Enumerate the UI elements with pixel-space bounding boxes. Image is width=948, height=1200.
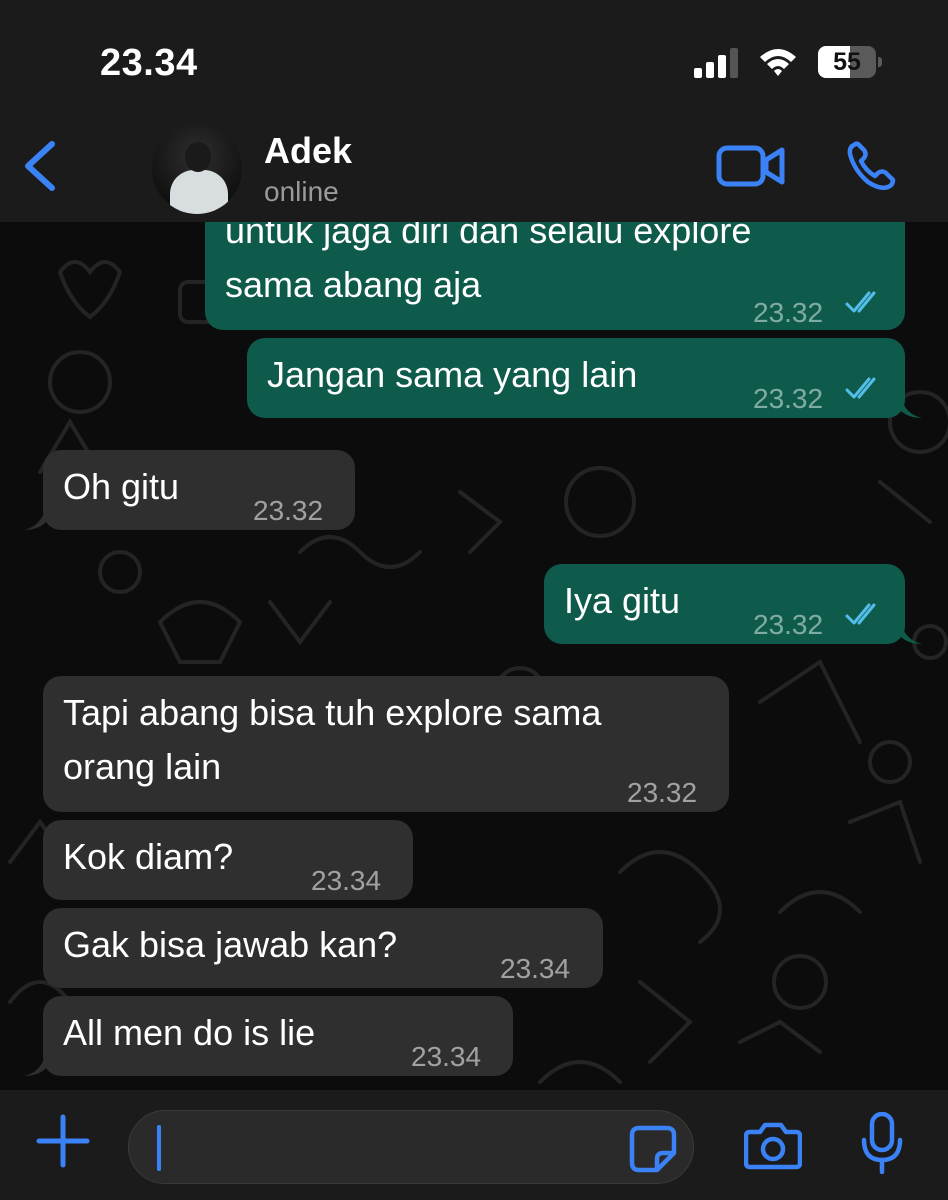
battery-level: 55 [833, 48, 861, 76]
status-bar: 23.34 55 [0, 0, 948, 110]
bubble-tail [900, 394, 922, 418]
camera-icon[interactable] [744, 1120, 802, 1170]
contact-status: online [264, 176, 339, 207]
bubble-tail [900, 620, 922, 644]
message-time: 23.32 [627, 777, 698, 808]
message-bubble-outgoing[interactable]: Jangan sama yang lain 23.32 [247, 338, 905, 418]
message-text: untuk jaga diri dan selalu explore sama … [225, 222, 752, 305]
plus-icon[interactable] [36, 1114, 90, 1168]
message-time: 23.34 [411, 1041, 482, 1072]
back-chevron-icon[interactable] [20, 140, 60, 192]
message-time: 23.34 [500, 953, 571, 984]
message-time: 23.32 [753, 383, 824, 414]
read-receipt-icon [845, 291, 876, 313]
chat-header: Adek online [0, 110, 948, 222]
message-bubble-incoming[interactable]: Kok diam? 23.34 [43, 820, 413, 900]
message-input[interactable] [128, 1110, 694, 1184]
voice-call-icon[interactable] [846, 140, 898, 192]
status-time: 23.34 [100, 42, 198, 84]
read-receipt-icon [845, 377, 876, 399]
message-time: 23.32 [253, 495, 324, 526]
message-text: Oh gitu [63, 466, 180, 507]
message-time: 23.32 [753, 609, 824, 640]
message-time: 23.32 [753, 297, 824, 328]
message-bubble-incoming[interactable]: Oh gitu 23.32 [43, 450, 355, 530]
read-receipt-icon [845, 603, 876, 625]
message-text: All men do is lie [63, 1012, 316, 1053]
message-text: Tapi abang bisa tuh explore sama orang l… [63, 692, 602, 787]
contact-name[interactable]: Adek [264, 130, 352, 172]
message-text: Iya gitu [564, 580, 681, 621]
bubble-tail [24, 1052, 46, 1076]
avatar-figure-body [170, 170, 228, 214]
battery-indicator: 55 [818, 46, 882, 78]
message-time: 23.34 [311, 865, 382, 896]
message-bubble-outgoing[interactable]: untuk jaga diri dan selalu explore sama … [205, 222, 905, 330]
video-call-icon[interactable] [716, 142, 786, 190]
message-bubble-incoming[interactable]: Tapi abang bisa tuh explore sama orang l… [43, 676, 729, 812]
sticker-icon[interactable] [629, 1125, 677, 1173]
microphone-icon[interactable] [860, 1112, 904, 1174]
text-cursor [157, 1125, 161, 1171]
bubble-tail [24, 506, 46, 530]
message-bubble-outgoing[interactable]: Iya gitu 23.32 [544, 564, 905, 644]
message-text: Gak bisa jawab kan? [63, 924, 398, 965]
message-list[interactable]: untuk jaga diri dan selalu explore sama … [0, 222, 948, 1090]
message-bubble-incoming[interactable]: Gak bisa jawab kan? 23.34 [43, 908, 603, 988]
composer-bar [0, 1090, 948, 1200]
battery-cap [878, 57, 882, 67]
message-text: Kok diam? [63, 836, 234, 877]
message-text: Jangan sama yang lain [267, 354, 638, 395]
cellular-signal-icon [694, 48, 738, 78]
avatar-figure-head [185, 142, 211, 172]
contact-avatar[interactable] [152, 124, 242, 214]
wifi-icon [760, 49, 796, 76]
message-bubble-incoming[interactable]: All men do is lie 23.34 [43, 996, 513, 1076]
